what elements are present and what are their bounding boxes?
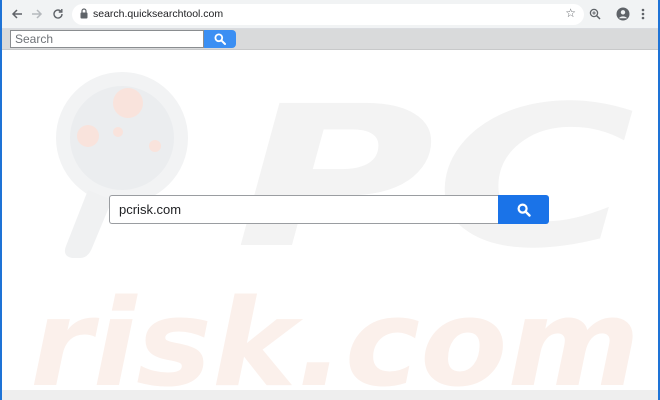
- arrow-right-icon: [32, 9, 43, 19]
- url-text: search.quicksearchtool.com: [93, 8, 224, 20]
- star-icon[interactable]: ☆: [565, 6, 576, 20]
- browser-toolbar: search.quicksearchtool.com ☆: [0, 0, 660, 29]
- reload-icon: [53, 9, 63, 19]
- arrow-left-icon: [11, 9, 22, 19]
- window-border-left: [0, 0, 2, 400]
- magnifier-logo-icon: [56, 72, 188, 258]
- reload-button[interactable]: [49, 5, 67, 23]
- watermark-risk: risk.com: [30, 275, 640, 390]
- main-search-input[interactable]: [109, 195, 498, 224]
- zoom-icon[interactable]: [587, 6, 603, 22]
- footer-strip: [2, 390, 658, 400]
- account-circle-icon[interactable]: [615, 6, 631, 22]
- forward-button[interactable]: [28, 5, 46, 23]
- toolbar-search-input[interactable]: [10, 30, 204, 48]
- address-bar[interactable]: search.quicksearchtool.com ☆: [72, 4, 584, 25]
- search-icon: [516, 202, 531, 217]
- main-search-button[interactable]: [498, 195, 549, 224]
- watermark-pc: PC: [235, 64, 635, 291]
- kebab-menu-icon[interactable]: [635, 6, 651, 22]
- lock-icon: [80, 8, 88, 19]
- back-button[interactable]: [8, 5, 26, 23]
- toolbar-search-button[interactable]: [204, 30, 236, 48]
- search-toolbar: [2, 29, 658, 50]
- search-icon: [214, 33, 226, 45]
- main-search-form: [109, 195, 549, 224]
